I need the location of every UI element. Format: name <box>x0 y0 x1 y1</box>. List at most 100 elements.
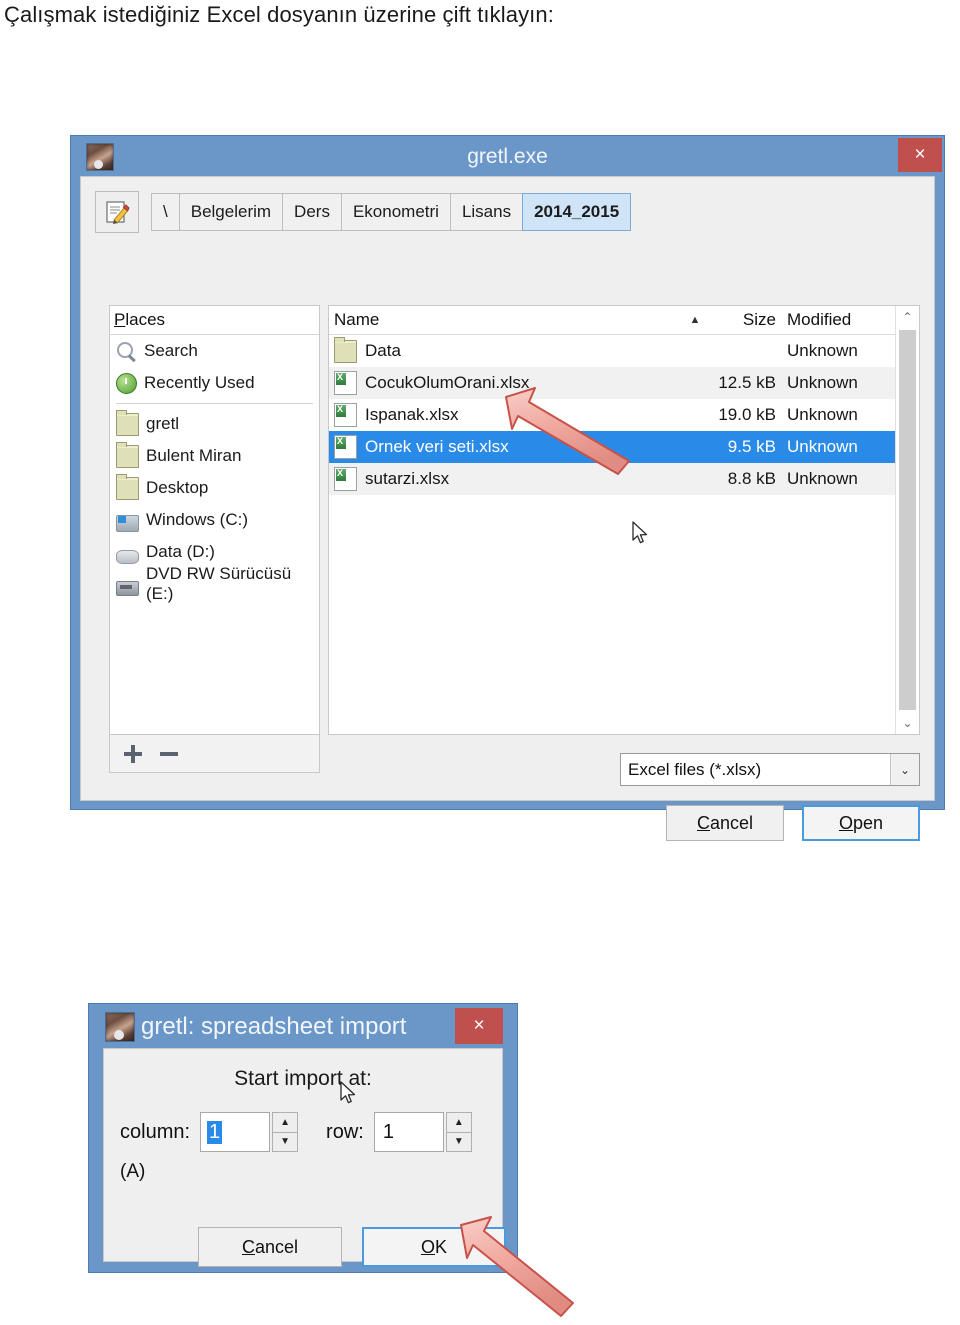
sort-ascending-icon: ▲ <box>689 314 701 326</box>
add-place-icon[interactable] <box>124 744 142 763</box>
scroll-up-icon[interactable]: ⌃ <box>896 306 919 328</box>
breadcrumb-2014-2015[interactable]: 2014_2015 <box>522 193 632 231</box>
gretl-app-icon <box>105 1012 135 1042</box>
row-input[interactable]: 1 <box>373 1112 444 1152</box>
folder-icon <box>116 473 139 500</box>
folder-icon <box>116 441 139 468</box>
open-label-rest: pen <box>852 812 884 833</box>
import-dialog-title: gretl: spreadsheet import <box>141 1013 407 1040</box>
file-size: 8.8 kB <box>727 469 776 488</box>
place-label: Desktop <box>146 478 209 497</box>
vertical-scrollbar[interactable]: ⌃ ⌄ <box>895 306 919 734</box>
places-header: Places <box>110 306 319 335</box>
file-type-filter-dropdown[interactable]: Excel files (*.xlsx) ⌄ <box>620 753 920 786</box>
place-item-desktop[interactable]: Desktop <box>110 472 319 504</box>
spreadsheet-import-dialog: gretl: spreadsheet import × Start import… <box>88 1003 518 1273</box>
place-label: DVD RW Sürücüsü (E:) <box>146 564 292 603</box>
place-label: gretl <box>146 414 180 433</box>
excel-file-icon <box>334 435 357 459</box>
filter-selected-value: Excel files (*.xlsx) <box>628 759 762 779</box>
breadcrumb-belgelerim[interactable]: Belgelerim <box>178 193 283 231</box>
file-name: CocukOlumOrani.xlsx <box>365 373 530 392</box>
place-item-search[interactable]: Search <box>110 335 319 367</box>
file-list-header: Name ▲ Size Modified <box>329 306 919 335</box>
place-item-bulent-miran[interactable]: Bulent Miran <box>110 440 319 472</box>
windows-drive-icon <box>116 514 139 532</box>
table-row-selected[interactable]: Ornek veri seti.xlsx 9.5 kB Unknown <box>329 431 919 463</box>
place-label: Recently Used <box>144 373 255 392</box>
file-modified: Unknown <box>787 341 858 360</box>
table-row[interactable]: Ispanak.xlsx 19.0 kB Unknown <box>329 399 919 431</box>
search-icon <box>116 341 137 362</box>
file-name: Ornek veri seti.xlsx <box>365 437 509 456</box>
place-item-dvd-e[interactable]: DVD RW Sürücüsü (E:) <box>110 564 319 603</box>
open-button[interactable]: Open <box>802 805 920 841</box>
column-header-size[interactable]: Size <box>704 310 783 330</box>
table-row[interactable]: CocukOlumOrani.xlsx 12.5 kB Unknown <box>329 367 919 399</box>
file-dialog-title: gretl.exe <box>467 145 548 168</box>
chevron-down-icon: ⌄ <box>890 754 919 785</box>
scroll-down-icon[interactable]: ⌄ <box>896 712 919 734</box>
page-title: Çalışmak istediğiniz Excel dosyanın üzer… <box>4 2 554 27</box>
excel-file-icon <box>334 403 357 427</box>
file-size: 19.0 kB <box>718 405 776 424</box>
file-name: sutarzi.xlsx <box>365 469 450 488</box>
import-dialog-titlebar: gretl: spreadsheet import × <box>89 1004 517 1048</box>
place-item-windows-c[interactable]: Windows (C:) <box>110 504 319 536</box>
column-increment-icon[interactable]: ▲ <box>272 1112 299 1133</box>
import-cancel-label-rest: ancel <box>254 1236 299 1257</box>
scrollbar-thumb[interactable] <box>899 330 916 710</box>
breadcrumb-ekonometri[interactable]: Ekonometri <box>340 193 450 231</box>
file-modified: Unknown <box>787 373 858 392</box>
column-header-modified[interactable]: Modified <box>783 310 895 330</box>
row-label: row: <box>326 1120 364 1143</box>
row-decrement-icon[interactable]: ▼ <box>445 1132 472 1152</box>
edit-pencil-icon[interactable] <box>95 191 139 233</box>
place-label: Search <box>144 341 198 360</box>
column-input[interactable]: 1 <box>200 1112 271 1152</box>
import-ok-label-rest: K <box>435 1236 448 1257</box>
import-ok-button[interactable]: OK <box>362 1227 506 1267</box>
row-increment-icon[interactable]: ▲ <box>445 1112 472 1133</box>
file-chooser-dialog: gretl.exe × \ Belgelerim Ders Ekonometri <box>70 135 945 841</box>
dvd-drive-icon <box>116 580 139 596</box>
breadcrumb-ders[interactable]: Ders <box>282 193 341 231</box>
table-row[interactable]: Data Unknown <box>329 335 919 367</box>
excel-file-icon <box>334 371 357 395</box>
file-dialog-body: \ Belgelerim Ders Ekonometri Lisans 2014… <box>80 176 935 841</box>
folder-icon <box>116 409 139 436</box>
close-icon[interactable]: × <box>455 1008 503 1044</box>
breadcrumb-root[interactable]: \ <box>151 193 179 231</box>
place-label: Bulent Miran <box>146 446 242 465</box>
table-row[interactable]: sutarzi.xlsx 8.8 kB Unknown <box>329 463 919 495</box>
import-cancel-button[interactable]: Cancel <box>198 1227 342 1267</box>
excel-file-icon <box>334 467 357 491</box>
recent-icon <box>116 372 137 394</box>
file-name: Ispanak.xlsx <box>365 405 459 424</box>
cancel-label-rest: ancel <box>709 812 754 833</box>
folder-icon <box>334 336 357 363</box>
remove-place-icon[interactable] <box>160 751 178 756</box>
column-decrement-icon[interactable]: ▼ <box>272 1132 299 1152</box>
file-modified: Unknown <box>787 437 858 456</box>
file-modified: Unknown <box>787 469 858 488</box>
close-icon[interactable]: × <box>898 138 942 172</box>
place-item-recently-used[interactable]: Recently Used <box>110 367 319 399</box>
cell-reference-label: (A) <box>120 1161 146 1182</box>
row-stepper[interactable]: 1 ▲ ▼ <box>373 1112 472 1152</box>
place-label: Windows (C:) <box>146 510 249 529</box>
place-item-gretl[interactable]: gretl <box>110 408 319 440</box>
file-list: Name ▲ Size Modified Data Unknown CocukO… <box>328 305 920 735</box>
breadcrumb-lisans[interactable]: Lisans <box>449 193 523 231</box>
file-size: 9.5 kB <box>727 437 776 456</box>
column-label: column: <box>120 1120 191 1143</box>
cancel-button[interactable]: Cancel <box>666 805 784 841</box>
import-heading: Start import at: <box>234 1067 372 1090</box>
file-dialog-titlebar: gretl.exe × <box>71 136 944 178</box>
import-dialog-body: Start import at: column: 1 ▲ ▼ row: 1 ▲ <box>103 1048 506 1267</box>
column-header-name[interactable]: Name <box>329 310 686 330</box>
column-stepper[interactable]: 1 ▲ ▼ <box>200 1112 299 1152</box>
disk-drive-icon <box>116 550 139 564</box>
place-label: Data (D:) <box>146 542 215 561</box>
file-size: 12.5 kB <box>718 373 776 392</box>
